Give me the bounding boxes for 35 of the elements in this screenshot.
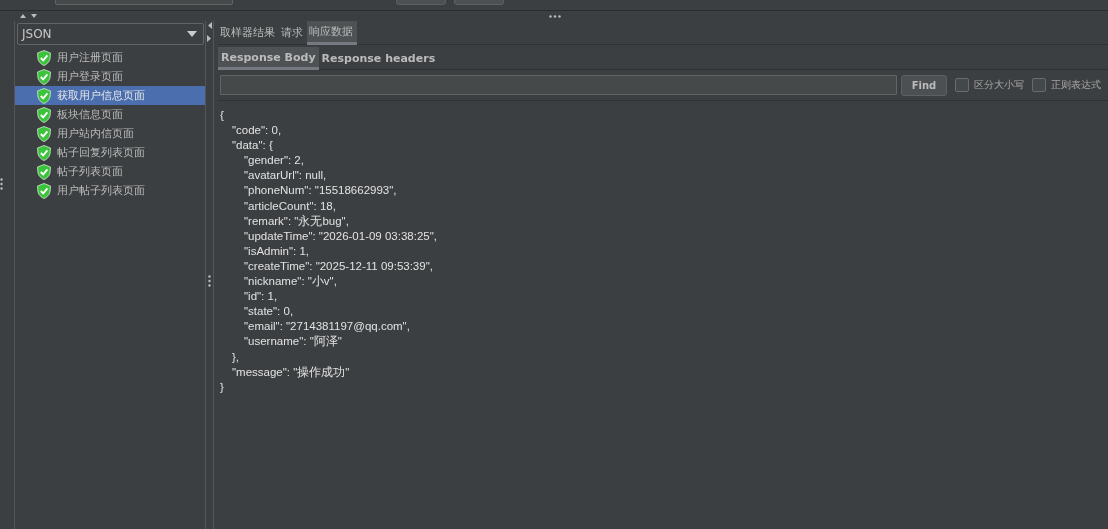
result-item[interactable]: 获取用户信息页面 [15, 86, 205, 105]
drag-handle-icon[interactable] [549, 14, 561, 18]
caret-icon [187, 31, 197, 37]
result-item[interactable]: 帖子列表页面 [15, 162, 205, 181]
result-item[interactable]: 用户站内信页面 [15, 124, 205, 143]
checkbox[interactable] [955, 78, 969, 92]
search-field[interactable] [220, 75, 897, 95]
renderer-dropdown[interactable]: JSON [17, 23, 204, 45]
shield-check-icon [37, 144, 51, 161]
tab[interactable]: Response Body [218, 47, 319, 70]
tab[interactable]: Response headers [318, 47, 439, 69]
drag-handle-icon[interactable] [0, 178, 3, 190]
result-item[interactable]: 用户注册页面 [15, 48, 205, 67]
tab[interactable]: 取样器结果 [218, 21, 279, 44]
split-arrows-icon[interactable] [207, 21, 212, 43]
checkbox[interactable] [1032, 78, 1046, 92]
drag-handle-icon[interactable] [208, 275, 211, 287]
result-item[interactable]: 用户登录页面 [15, 67, 205, 86]
shield-check-icon [37, 68, 51, 85]
shield-check-icon [37, 182, 51, 199]
shield-check-icon [37, 125, 51, 142]
result-item[interactable]: 板块信息页面 [15, 105, 205, 124]
collapse-arrows-icon[interactable] [20, 13, 38, 19]
result-item[interactable]: 用户帖子列表页面 [15, 181, 205, 200]
result-item[interactable]: 帖子回复列表页面 [15, 143, 205, 162]
checkbox-label: 区分大小写 [974, 78, 1024, 92]
checkbox-label: 正则表达式 [1051, 78, 1101, 92]
find-button[interactable]: Find [901, 74, 947, 96]
shield-check-icon [37, 49, 51, 66]
shield-check-icon [37, 163, 51, 180]
tab[interactable]: 响应数据 [307, 21, 357, 45]
shield-check-icon [37, 106, 51, 123]
shield-check-icon [37, 87, 51, 104]
tab[interactable]: 请求 [279, 21, 307, 44]
response-body-text: { "code": 0, "data": { "gender": 2, "avatarUrl": null, "phoneNum": "15518662993", "articleCount": 18, "remark": "永无bug", "updateTime": "2026-01-09 03:38:25", "isAdmin": 1, "createTime": "2025-12-11 09:53:39", "nickname": "小v", "id": 1, "state": 0, "email": "2714381197@qq.com", "username": "阿泽" }, "message": "操作成功" } [220, 108, 437, 395]
